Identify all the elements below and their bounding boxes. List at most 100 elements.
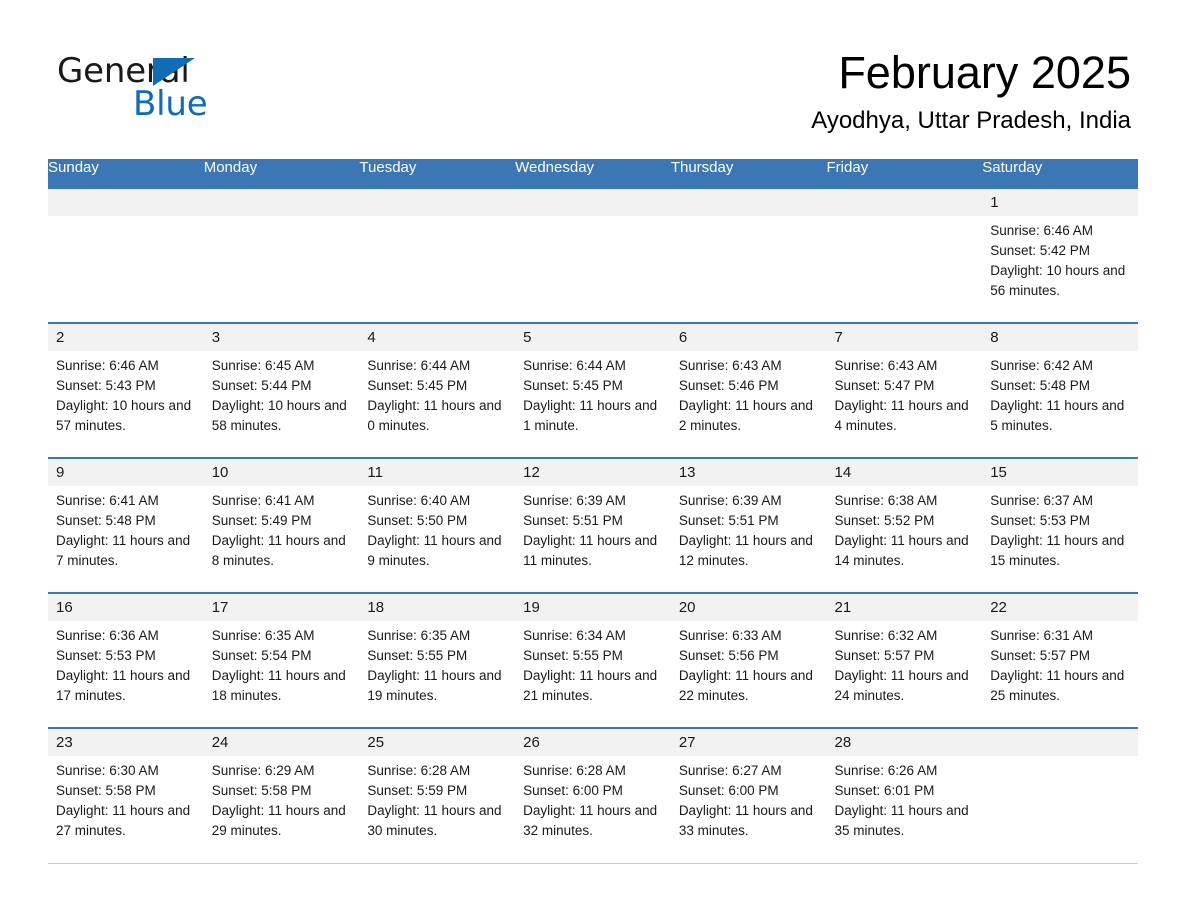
- sunset-text: Sunset: 5:59 PM: [367, 783, 468, 798]
- calendar-day-cell[interactable]: 14 Sunrise: 6:38 AM Sunset: 5:52 PM Dayligh…: [826, 458, 983, 593]
- sunset-text: Sunset: 5:44 PM: [211, 378, 312, 393]
- daylight-text: Daylight: 11 hours and 17 minutes.: [56, 668, 191, 703]
- sunrise-text: Sunrise: 6:41 AM: [211, 493, 315, 508]
- calendar-day-cell[interactable]: 12 Sunrise: 6:39 AM Sunset: 5:51 PM Dayligh…: [515, 458, 671, 593]
- daylight-text: Daylight: 11 hours and 8 minutes.: [211, 533, 346, 568]
- calendar-day-cell[interactable]: 2 Sunrise: 6:46 AM Sunset: 5:43 PM Daylight…: [48, 323, 204, 458]
- calendar-day-cell[interactable]: 22 Sunrise: 6:31 AM Sunset: 5:57 PM Dayligh…: [982, 593, 1138, 728]
- day-details: Sunrise: 6:39 AM Sunset: 5:51 PM Daylight:…: [515, 486, 671, 571]
- calendar-day-cell-empty: [670, 188, 827, 323]
- calendar-day-cell[interactable]: 16 Sunrise: 6:36 AM Sunset: 5:53 PM Dayligh…: [48, 593, 204, 728]
- calendar-day-cell[interactable]: 10 Sunrise: 6:41 AM Sunset: 5:49 PM Dayligh…: [203, 458, 360, 593]
- day-details: Sunrise: 6:30 AM Sunset: 5:58 PM Daylight:…: [48, 756, 204, 841]
- sunrise-text: Sunrise: 6:28 AM: [523, 763, 626, 778]
- weekday-header-friday: Friday: [826, 159, 983, 188]
- calendar-day-cell[interactable]: 3 Sunrise: 6:45 AM Sunset: 5:44 PM Daylight…: [203, 323, 360, 458]
- sunset-text: Sunset: 5:57 PM: [834, 648, 935, 663]
- day-number: 7: [826, 324, 983, 351]
- day-details: Sunrise: 6:43 AM Sunset: 5:47 PM Daylight:…: [827, 351, 983, 436]
- sunset-text: Sunset: 5:58 PM: [56, 783, 156, 798]
- daylight-text: Daylight: 11 hours and 5 minutes.: [990, 398, 1125, 433]
- sunset-text: Sunset: 5:53 PM: [990, 513, 1091, 528]
- calendar-day-cell[interactable]: 5 Sunrise: 6:44 AM Sunset: 5:45 PM Daylight…: [515, 323, 671, 458]
- daylight-text: Daylight: 10 hours and 56 minutes.: [990, 263, 1126, 298]
- daylight-text: Daylight: 10 hours and 57 minutes.: [56, 398, 192, 433]
- sunrise-text: Sunrise: 6:30 AM: [56, 763, 159, 778]
- calendar-day-cell-empty: [359, 188, 516, 323]
- calendar-day-cell[interactable]: 6 Sunrise: 6:43 AM Sunset: 5:46 PM Daylight…: [670, 323, 827, 458]
- day-number: 25: [359, 729, 516, 756]
- calendar-body: 1 Sunrise: 6:46 AM Sunset: 5:42 PM Daylight…: [48, 188, 1138, 864]
- sunrise-text: Sunrise: 6:37 AM: [990, 493, 1094, 508]
- sunset-text: Sunset: 5:51 PM: [523, 513, 623, 528]
- calendar-day-cell[interactable]: 28 Sunrise: 6:26 AM Sunset: 6:01 PM Dayligh…: [826, 728, 983, 864]
- day-details: Sunrise: 6:32 AM Sunset: 5:57 PM Daylight:…: [827, 621, 983, 706]
- daylight-text: Daylight: 10 hours and 58 minutes.: [211, 398, 347, 433]
- daylight-text: Daylight: 11 hours and 1 minute.: [523, 398, 658, 433]
- day-number: 27: [670, 729, 827, 756]
- day-number: 6: [670, 324, 827, 351]
- day-details: Sunrise: 6:46 AM Sunset: 5:43 PM Daylight:…: [48, 351, 204, 436]
- sunset-text: Sunset: 5:51 PM: [678, 513, 779, 528]
- calendar-day-cell-empty: [826, 188, 983, 323]
- calendar-week-row: 16 Sunrise: 6:36 AM Sunset: 5:53 PM Dayligh…: [48, 593, 1138, 728]
- calendar-day-cell[interactable]: 21 Sunrise: 6:32 AM Sunset: 5:57 PM Dayligh…: [826, 593, 983, 728]
- day-details: Sunrise: 6:28 AM Sunset: 5:59 PM Daylight:…: [359, 756, 515, 841]
- calendar-day-cell[interactable]: 20 Sunrise: 6:33 AM Sunset: 5:56 PM Dayligh…: [670, 593, 827, 728]
- sunrise-text: Sunrise: 6:33 AM: [678, 628, 782, 643]
- calendar-day-cell[interactable]: 11 Sunrise: 6:40 AM Sunset: 5:50 PM Dayligh…: [359, 458, 516, 593]
- calendar-day-cell[interactable]: 9 Sunrise: 6:41 AM Sunset: 5:48 PM Daylight…: [48, 458, 204, 593]
- daylight-text: Daylight: 11 hours and 33 minutes.: [678, 803, 813, 838]
- sunrise-text: Sunrise: 6:41 AM: [56, 493, 159, 508]
- day-details: Sunrise: 6:28 AM Sunset: 6:00 PM Daylight:…: [515, 756, 671, 841]
- day-number: [359, 189, 516, 216]
- weekday-header-sunday: Sunday: [48, 159, 204, 188]
- weekday-header-tuesday: Tuesday: [359, 159, 516, 188]
- calendar-day-cell[interactable]: 4 Sunrise: 6:44 AM Sunset: 5:45 PM Daylight…: [359, 323, 516, 458]
- calendar-week-row: 2 Sunrise: 6:46 AM Sunset: 5:43 PM Daylight…: [48, 323, 1138, 458]
- generalblue-logo[interactable]: General Blue: [57, 52, 357, 128]
- day-number: [826, 189, 983, 216]
- sunrise-text: Sunrise: 6:38 AM: [834, 493, 938, 508]
- calendar-day-cell[interactable]: 1 Sunrise: 6:46 AM Sunset: 5:42 PM Daylight…: [982, 188, 1138, 323]
- sunset-text: Sunset: 5:57 PM: [990, 648, 1091, 663]
- calendar-day-cell[interactable]: 8 Sunrise: 6:42 AM Sunset: 5:48 PM Daylight…: [982, 323, 1138, 458]
- logo-triangle-icon: [153, 58, 195, 86]
- day-number: 21: [826, 594, 983, 621]
- sunrise-text: Sunrise: 6:39 AM: [678, 493, 782, 508]
- day-number: [515, 189, 671, 216]
- calendar-day-cell[interactable]: 18 Sunrise: 6:35 AM Sunset: 5:55 PM Dayligh…: [359, 593, 516, 728]
- calendar-day-cell[interactable]: 24 Sunrise: 6:29 AM Sunset: 5:58 PM Dayligh…: [203, 728, 360, 864]
- calendar-day-cell[interactable]: 13 Sunrise: 6:39 AM Sunset: 5:51 PM Dayligh…: [670, 458, 827, 593]
- calendar-day-cell[interactable]: 19 Sunrise: 6:34 AM Sunset: 5:55 PM Dayligh…: [515, 593, 671, 728]
- daylight-text: Daylight: 11 hours and 9 minutes.: [367, 533, 502, 568]
- weekday-header-monday: Monday: [203, 159, 360, 188]
- day-details: Sunrise: 6:42 AM Sunset: 5:48 PM Daylight:…: [982, 351, 1138, 436]
- day-number: 5: [515, 324, 671, 351]
- calendar-day-cell[interactable]: 17 Sunrise: 6:35 AM Sunset: 5:54 PM Dayligh…: [203, 593, 360, 728]
- day-details: Sunrise: 6:39 AM Sunset: 5:51 PM Daylight:…: [671, 486, 827, 571]
- calendar-day-cell[interactable]: 27 Sunrise: 6:27 AM Sunset: 6:00 PM Dayligh…: [670, 728, 827, 864]
- sunset-text: Sunset: 5:54 PM: [211, 648, 312, 663]
- calendar-day-cell[interactable]: 15 Sunrise: 6:37 AM Sunset: 5:53 PM Dayligh…: [982, 458, 1138, 593]
- day-details: Sunrise: 6:44 AM Sunset: 5:45 PM Daylight:…: [359, 351, 515, 436]
- page-title: February 2025: [838, 47, 1131, 98]
- sunset-text: Sunset: 5:50 PM: [367, 513, 468, 528]
- sunset-text: Sunset: 5:46 PM: [678, 378, 779, 393]
- day-details: Sunrise: 6:41 AM Sunset: 5:49 PM Daylight:…: [204, 486, 360, 571]
- sunrise-text: Sunrise: 6:39 AM: [523, 493, 626, 508]
- daylight-text: Daylight: 11 hours and 32 minutes.: [523, 803, 658, 838]
- calendar-day-cell[interactable]: 23 Sunrise: 6:30 AM Sunset: 5:58 PM Dayligh…: [48, 728, 204, 864]
- sunrise-text: Sunrise: 6:46 AM: [56, 358, 159, 373]
- day-number: 1: [982, 189, 1138, 216]
- calendar-day-cell[interactable]: 7 Sunrise: 6:43 AM Sunset: 5:47 PM Daylight…: [826, 323, 983, 458]
- daylight-text: Daylight: 11 hours and 19 minutes.: [367, 668, 502, 703]
- sunset-text: Sunset: 5:52 PM: [834, 513, 935, 528]
- calendar-day-cell-empty: [982, 728, 1138, 864]
- day-details: Sunrise: 6:43 AM Sunset: 5:46 PM Daylight:…: [671, 351, 827, 436]
- sunrise-text: Sunrise: 6:35 AM: [211, 628, 315, 643]
- calendar-day-cell[interactable]: 26 Sunrise: 6:28 AM Sunset: 6:00 PM Dayligh…: [515, 728, 671, 864]
- calendar-day-cell[interactable]: 25 Sunrise: 6:28 AM Sunset: 5:59 PM Dayligh…: [359, 728, 516, 864]
- calendar-week-row: 9 Sunrise: 6:41 AM Sunset: 5:48 PM Daylight…: [48, 458, 1138, 593]
- daylight-text: Daylight: 11 hours and 18 minutes.: [211, 668, 346, 703]
